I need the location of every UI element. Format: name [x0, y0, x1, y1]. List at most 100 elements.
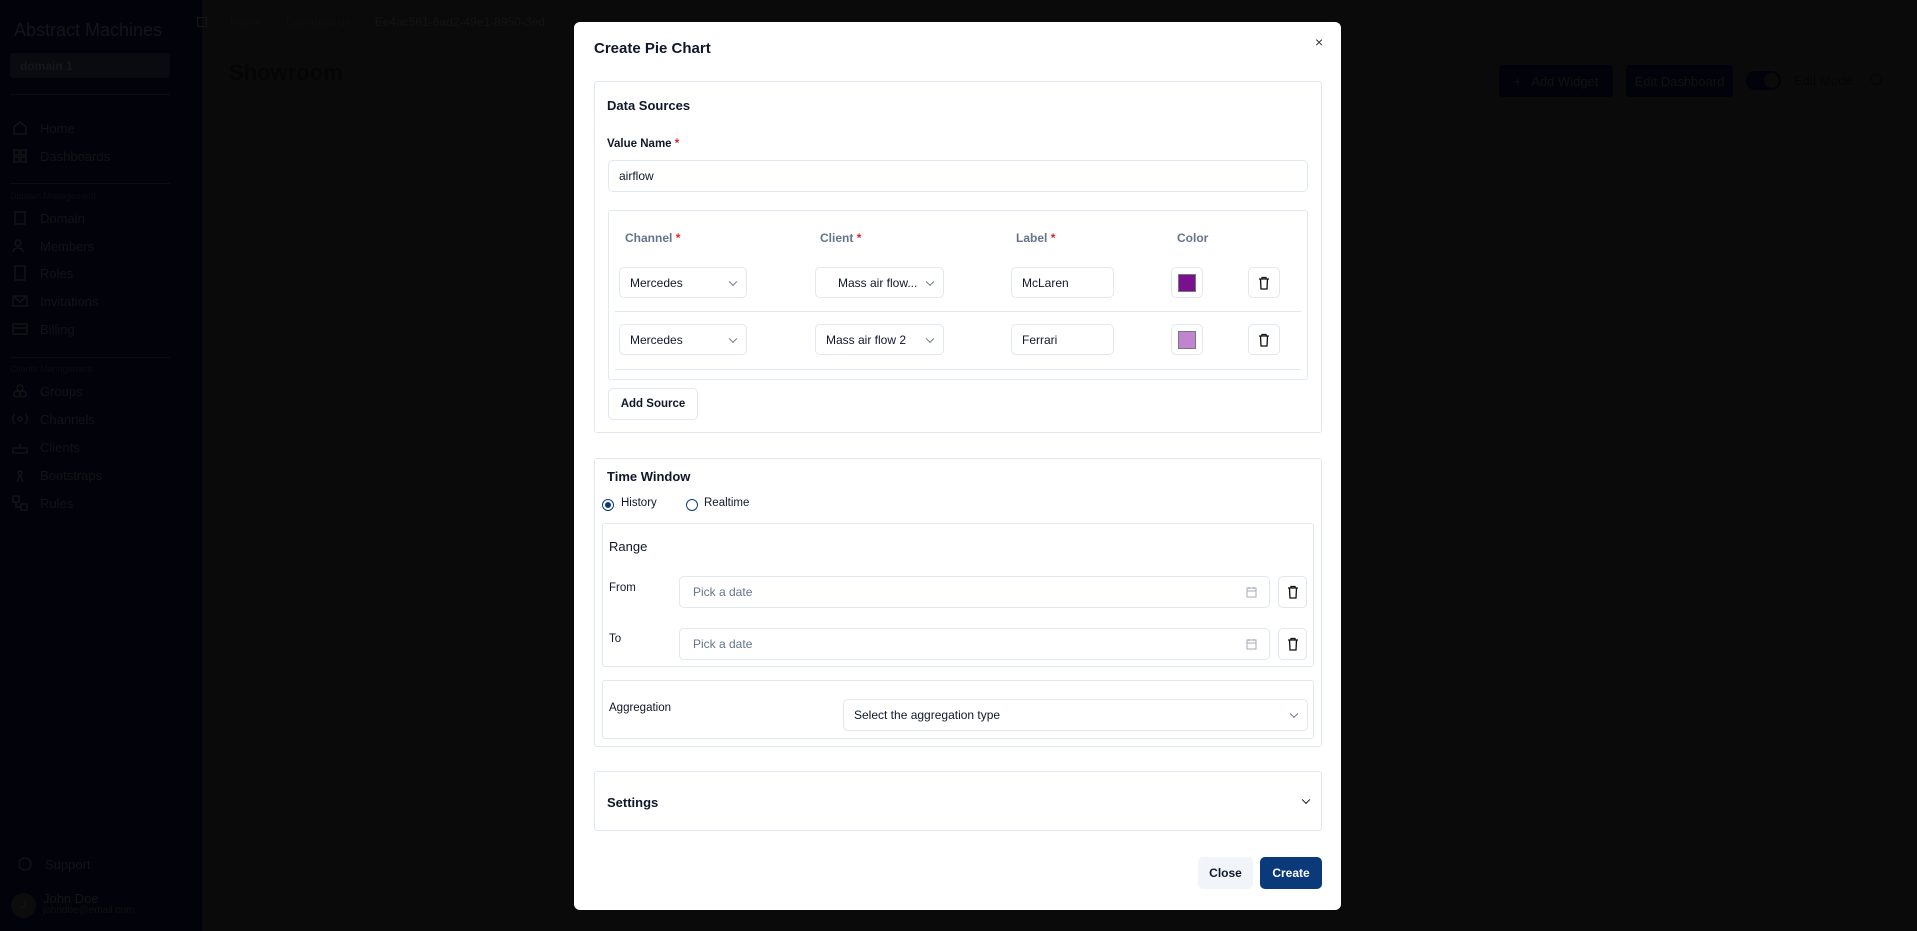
section-title: Time Window — [607, 469, 691, 484]
history-label: History — [621, 497, 657, 509]
value-name-label: Value Name * — [607, 138, 680, 150]
chevron-down-icon — [728, 277, 738, 286]
chevron-down-icon — [925, 277, 935, 286]
sidebar-toggle-icon[interactable] — [197, 17, 207, 27]
clear-to-button[interactable] — [1278, 628, 1307, 660]
sidebar-item-clients[interactable]: Clients — [12, 437, 80, 457]
close-icon[interactable]: × — [1315, 34, 1323, 50]
sidebar-item-support[interactable]: Support — [17, 854, 91, 874]
trash-icon — [1259, 276, 1269, 290]
sidebar-item-rules[interactable]: Rules — [12, 493, 73, 513]
sidebar-item-home[interactable]: Home — [12, 118, 75, 138]
label-input[interactable]: McLaren — [1011, 267, 1114, 298]
divider — [10, 183, 170, 184]
logo: Abstract Machines — [14, 20, 163, 40]
sidebar-item-label: Dashboards — [40, 148, 111, 164]
breadcrumb-home[interactable]: Home — [230, 15, 262, 29]
sidebar-item-label: Support — [45, 856, 91, 872]
building-icon — [14, 211, 26, 225]
home-icon — [13, 121, 27, 135]
sidebar-item-members[interactable]: Members — [12, 236, 94, 256]
edit-dashboard-button[interactable]: Edit Dashboard — [1626, 65, 1733, 97]
row-divider — [615, 311, 1301, 312]
close-label: Close — [1209, 866, 1242, 880]
create-button[interactable]: Create — [1260, 857, 1322, 889]
channel-select[interactable]: Mercedes — [619, 324, 747, 355]
range-box: Range From Pick a date To Pick a date — [602, 523, 1314, 667]
aggregation-select[interactable]: Select the aggregation type — [843, 699, 1308, 731]
from-date-picker[interactable]: Pick a date — [679, 576, 1270, 608]
column-header-color: Color — [1177, 231, 1209, 245]
sidebar-item-billing[interactable]: Billing — [12, 319, 75, 339]
history-radio[interactable] — [602, 499, 614, 511]
dashboard-icon — [13, 149, 27, 163]
aggregation-label: Aggregation — [609, 702, 672, 714]
sidebar-item-bootstraps[interactable]: Bootstraps — [12, 465, 102, 485]
sidebar-item-label: Bootstraps — [40, 467, 103, 483]
clear-from-button[interactable] — [1278, 576, 1307, 608]
column-header-label: Label * — [1016, 231, 1056, 245]
divider — [10, 357, 170, 358]
chevron-down-icon — [1301, 795, 1311, 805]
page-title: Showroom — [229, 60, 343, 85]
create-label: Create — [1272, 866, 1310, 880]
client-select[interactable]: Mass air flow 2 — [815, 324, 944, 355]
sidebar-item-channels[interactable]: Channels — [12, 409, 95, 429]
chevron-down-icon — [1289, 709, 1299, 719]
to-placeholder: Pick a date — [693, 637, 753, 651]
sidebar-item-label: Roles — [40, 265, 74, 281]
sidebar-item-invitations[interactable]: Invitations — [12, 291, 99, 311]
realtime-label: Realtime — [704, 497, 750, 509]
add-widget-button[interactable]: + Add Widget — [1499, 65, 1613, 97]
plus-icon: + — [1513, 73, 1522, 89]
sidebar-item-label: Domain — [40, 210, 85, 226]
time-window-card: Time Window History Realtime Range From … — [594, 458, 1322, 747]
color-picker[interactable] — [1171, 267, 1203, 298]
edit-mode-toggle[interactable] — [1746, 71, 1781, 90]
sidebar-item-dashboards[interactable]: Dashboards — [12, 146, 110, 166]
label-input[interactable]: Ferrari — [1011, 324, 1114, 355]
delete-source-button[interactable] — [1248, 267, 1280, 298]
trash-icon — [1287, 585, 1298, 599]
trash-icon — [1259, 333, 1269, 347]
delete-source-button[interactable] — [1248, 324, 1280, 355]
sidebar-item-groups[interactable]: Groups — [12, 381, 83, 401]
to-date-picker[interactable]: Pick a date — [679, 628, 1270, 660]
section-title: Data Sources — [607, 98, 691, 113]
section-label: Domain Management — [10, 191, 97, 201]
calendar-icon — [1246, 587, 1257, 598]
value-name-value: airflow — [619, 169, 654, 183]
to-label: To — [609, 633, 622, 645]
workflow-icon — [12, 495, 28, 511]
close-button[interactable]: Close — [1198, 857, 1253, 889]
realtime-radio[interactable] — [686, 499, 698, 511]
sidebar-item-roles[interactable]: Roles — [12, 263, 73, 283]
channel-value: Mercedes — [630, 275, 683, 290]
domain-select[interactable]: domain 1 — [10, 53, 170, 78]
column-header-channel: Channel * — [625, 231, 681, 245]
edit-mode-label: Edit Mode — [1794, 73, 1853, 88]
breadcrumb-dashboards[interactable]: Dashboards — [286, 15, 351, 29]
create-pie-chart-dialog: Create Pie Chart × Data Sources Value Na… — [574, 22, 1341, 910]
add-source-button[interactable]: Add Source — [608, 388, 698, 420]
notebook-icon — [14, 265, 26, 281]
sidebar-item-domain[interactable]: Domain — [12, 208, 85, 228]
refresh-icon[interactable] — [1871, 74, 1882, 85]
settings-accordion[interactable]: Settings — [594, 771, 1322, 831]
groups-icon — [13, 384, 27, 398]
client-select[interactable]: Mass air flow... — [815, 267, 944, 298]
section-label: Clients Management — [10, 364, 93, 374]
label-value: Ferrari — [1022, 332, 1058, 347]
router-icon — [12, 443, 28, 454]
client-value: Mass air flow... — [838, 275, 918, 290]
channel-select[interactable]: Mercedes — [619, 267, 747, 298]
avatar: J — [11, 893, 36, 918]
channel-value: Mercedes — [630, 332, 683, 347]
label-value: McLaren — [1022, 275, 1069, 290]
calendar-icon — [1246, 639, 1257, 650]
value-name-input[interactable]: airflow — [608, 160, 1308, 192]
breadcrumb: Home Dashboards Ee4ac561-6ad2-49e1-8950-… — [230, 15, 545, 29]
radio-icon — [12, 413, 28, 425]
antenna-icon — [16, 470, 24, 483]
color-picker[interactable] — [1171, 324, 1203, 355]
